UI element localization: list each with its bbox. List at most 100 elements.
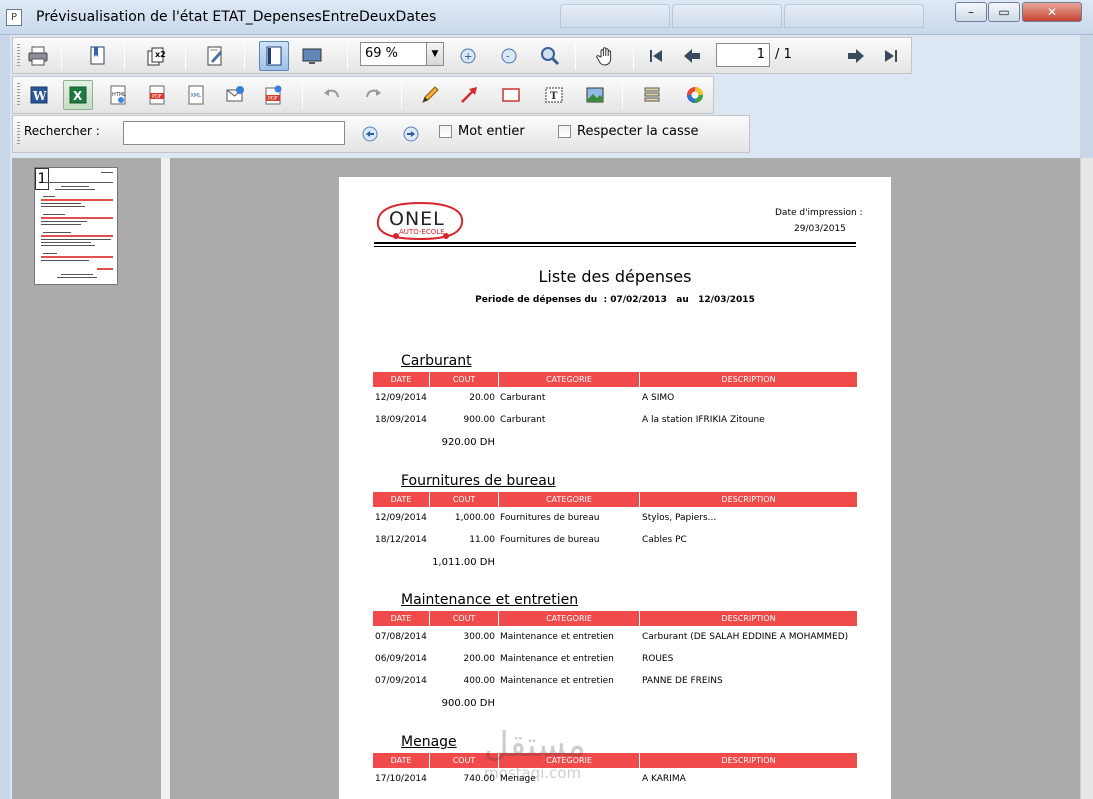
chevron-down-icon[interactable]: ▼ [426, 43, 443, 65]
email-button[interactable] [220, 80, 250, 110]
svg-text:W: W [32, 89, 47, 103]
report-title: Liste des dépenses [538, 267, 692, 286]
column-header: COUT [430, 372, 498, 387]
copies-button[interactable]: x2 [141, 41, 171, 71]
redo-button[interactable] [358, 80, 388, 110]
monitor-icon [302, 48, 322, 64]
preview-pane: ONEL AUTO-ECOLE Date d'impression : 29/0… [170, 158, 1080, 799]
search-previous-button[interactable] [355, 119, 385, 149]
stack-button[interactable] [637, 80, 667, 110]
svg-text:-: - [506, 52, 510, 63]
pencil-tool-button[interactable] [415, 80, 445, 110]
table-cell-date: 07/09/2014 [375, 676, 427, 686]
thumbnail-text-line [43, 232, 71, 233]
svg-text:HTML: HTML [112, 92, 126, 98]
svg-text:ONEL: ONEL [389, 208, 445, 230]
column-header: CATEGORIE [499, 372, 639, 387]
maximize-button[interactable]: ▭ [988, 2, 1020, 22]
arrow-tool-button[interactable] [454, 80, 484, 110]
undo-button[interactable] [317, 80, 347, 110]
copies-x2-icon: x2 [147, 47, 166, 66]
table-cell-description: ROUES [642, 654, 674, 664]
table-cell-description: Cables PC [642, 535, 687, 545]
first-page-button[interactable] [641, 41, 671, 71]
next-page-button[interactable] [841, 41, 871, 71]
edit-button[interactable] [200, 41, 230, 71]
word-icon: W [30, 86, 48, 104]
previous-page-button[interactable] [677, 41, 707, 71]
thumbnail-text-line [43, 214, 65, 215]
thumbnail-text-line [41, 206, 85, 207]
thumbnail-text-line [41, 242, 91, 243]
toolbar-grip[interactable] [17, 83, 20, 107]
svg-text:x2: x2 [155, 50, 166, 59]
table-cell-categorie: Maintenance et entretien [500, 632, 614, 642]
pencil-icon [422, 86, 439, 103]
background-browser-tabs [560, 4, 940, 30]
thumbnail-header-band [41, 256, 113, 258]
print-button[interactable] [23, 41, 53, 71]
thumbnail-text-line [41, 224, 81, 225]
window-border-left [0, 35, 10, 799]
table-cell-date: 12/09/2014 [375, 393, 427, 403]
page-number-input[interactable]: 1 [716, 43, 770, 67]
zoom-out-button[interactable]: - [494, 41, 524, 71]
export-toolbar: W X HTML PDF XML PDF T [12, 76, 714, 114]
zoom-in-button[interactable]: + [453, 41, 483, 71]
image-tool-button[interactable] [580, 80, 610, 110]
export-excel-button[interactable]: X [63, 80, 93, 110]
export-word-button[interactable]: W [24, 80, 54, 110]
toolbar-separator [124, 44, 125, 70]
toolbar-grip[interactable] [17, 122, 20, 146]
toolbar-grip[interactable] [17, 44, 20, 68]
match-case-label: Respecter la casse [577, 124, 699, 139]
whole-word-checkbox[interactable] [439, 125, 452, 138]
section-title: Menage [401, 734, 457, 750]
vertical-scrollbar[interactable] [1080, 158, 1093, 799]
minimize-button[interactable]: – [955, 2, 987, 22]
rectangle-tool-button[interactable] [496, 80, 526, 110]
pan-tool-button[interactable] [591, 41, 621, 71]
thumbnail-rule [43, 182, 113, 183]
table-cell-description: A la station IFRIKIA Zitoune [642, 415, 765, 425]
table-cell-cout: 740.00 [463, 774, 496, 784]
column-header: DESCRIPTION [640, 611, 857, 626]
circle-arrow-right-icon [403, 126, 419, 142]
thumbnail-text-line [43, 196, 55, 197]
svg-text:AUTO-ECOLE: AUTO-ECOLE [399, 228, 445, 236]
column-header: DATE [373, 492, 429, 507]
svg-text:PDF: PDF [152, 94, 162, 100]
search-input[interactable] [123, 121, 345, 145]
single-page-view-button[interactable] [259, 41, 289, 71]
thumbnail-text-line [57, 277, 97, 278]
background-tab [784, 4, 924, 28]
export-xml-button[interactable]: XML [181, 80, 211, 110]
thumbnail-header-band [41, 235, 113, 237]
page-thumbnail[interactable]: 1 [34, 167, 118, 285]
toolbar-separator [244, 44, 245, 70]
document-preview-icon: P [6, 9, 22, 26]
text-box-tool-button[interactable]: T [539, 80, 569, 110]
text-box-icon: T [545, 87, 563, 103]
zoom-tool-button[interactable] [535, 41, 565, 71]
single-page-icon [266, 46, 282, 66]
column-header: CATEGORIE [499, 492, 639, 507]
printer-icon [28, 46, 48, 66]
table-cell-categorie: Fournitures de bureau [500, 535, 600, 545]
match-case-checkbox[interactable] [558, 125, 571, 138]
search-next-button[interactable] [396, 119, 426, 149]
thumbnail-header-band [97, 268, 113, 270]
export-html-button[interactable]: HTML [103, 80, 133, 110]
full-screen-button[interactable] [297, 41, 327, 71]
table-cell-cout: 20.00 [469, 393, 495, 403]
close-button[interactable]: ✕ [1022, 2, 1082, 22]
export-pdf-button[interactable]: PDF [142, 80, 172, 110]
bookmarks-button[interactable] [82, 41, 112, 71]
thumbnail-text-line [41, 203, 81, 204]
pane-splitter[interactable] [161, 158, 170, 799]
color-palette-button[interactable] [680, 80, 710, 110]
last-page-button[interactable] [876, 41, 906, 71]
header-rule-thin [374, 246, 856, 247]
zoom-select[interactable]: 69 % ▼ [360, 42, 444, 66]
email-pdf-button[interactable]: PDF [258, 80, 288, 110]
